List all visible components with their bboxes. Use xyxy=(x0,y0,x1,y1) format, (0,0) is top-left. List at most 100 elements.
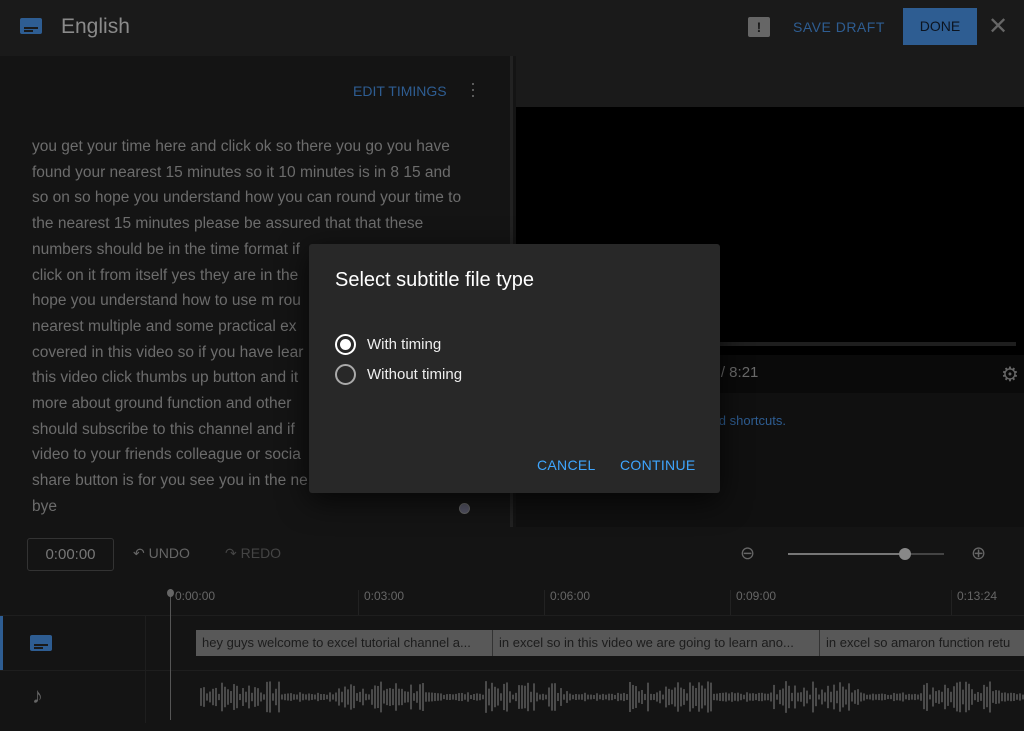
waveform-bar xyxy=(416,691,418,703)
waveform-bar xyxy=(281,694,283,700)
timecode-input[interactable]: 0:00:00 xyxy=(27,538,114,571)
waveform-bar xyxy=(971,689,973,705)
waveform-bar xyxy=(860,692,862,702)
waveform-bar xyxy=(722,692,724,702)
waveform-bar xyxy=(362,688,364,706)
waveform-bar xyxy=(449,693,451,701)
waveform-bar xyxy=(215,687,217,707)
waveform-bar xyxy=(527,682,529,712)
waveform-bar xyxy=(302,693,304,701)
close-icon[interactable]: ✕ xyxy=(988,12,1008,41)
waveform-bar xyxy=(314,694,316,700)
waveform-bar xyxy=(602,693,604,701)
radio-with-timing[interactable]: With timing xyxy=(335,334,441,355)
waveform-bar xyxy=(590,694,592,700)
option-label: With timing xyxy=(367,336,442,353)
edit-timings-button[interactable]: EDIT TIMINGS xyxy=(353,83,447,99)
done-button[interactable]: DONE xyxy=(903,8,977,45)
transcript-line: the nearest 15 minutes please be assured… xyxy=(32,215,424,233)
waveform-bar xyxy=(920,693,922,701)
waveform-bar xyxy=(629,681,631,713)
timeline-ruler[interactable] xyxy=(0,583,1024,615)
waveform-bar xyxy=(620,693,622,701)
undo-button[interactable]: ↶ UNDO xyxy=(133,545,190,562)
radio-unselected-icon[interactable] xyxy=(335,364,356,385)
waveform-bar xyxy=(296,694,298,700)
redo-button[interactable]: ↷ REDO xyxy=(225,545,281,562)
waveform-bar xyxy=(803,687,805,707)
subtitle-file-type-dialog: Select subtitle file type With timing Wi… xyxy=(309,244,720,493)
waveform-bar xyxy=(662,694,664,700)
waveform-bar xyxy=(767,693,769,701)
waveform-bar xyxy=(230,691,232,703)
waveform-bar xyxy=(686,693,688,701)
waveform-bar xyxy=(533,683,535,711)
radio-selected-icon[interactable] xyxy=(335,334,356,355)
waveform-bar xyxy=(596,693,598,701)
waveform-bar xyxy=(287,693,289,701)
waveform-bar xyxy=(353,685,355,709)
waveform-bar xyxy=(497,688,499,706)
redo-icon: ↷ xyxy=(225,545,241,561)
waveform-bar xyxy=(1019,693,1021,701)
waveform-bar xyxy=(635,686,637,708)
waveform-bar xyxy=(842,686,844,708)
zoom-in-icon[interactable]: ⊕ xyxy=(971,543,986,564)
waveform-bar xyxy=(848,683,850,711)
save-draft-button[interactable]: SAVE DRAFT xyxy=(793,19,885,35)
waveform-bar xyxy=(617,692,619,702)
waveform-bar xyxy=(320,694,322,700)
waveform-bar xyxy=(764,693,766,701)
waveform-bar xyxy=(731,692,733,702)
audio-waveform xyxy=(200,681,1024,713)
waveform-bar xyxy=(494,686,496,708)
waveform-bar xyxy=(734,693,736,701)
waveform-bar xyxy=(935,691,937,703)
feedback-icon[interactable]: ! xyxy=(748,17,770,37)
waveform-bar xyxy=(311,694,313,700)
waveform-bar xyxy=(383,690,385,704)
waveform-bar xyxy=(308,693,310,701)
waveform-bar xyxy=(293,694,295,700)
waveform-bar xyxy=(869,694,871,700)
waveform-bar xyxy=(791,692,793,702)
more-options-icon[interactable]: · · · xyxy=(470,74,476,104)
cancel-button[interactable]: CANCEL xyxy=(537,457,596,473)
waveform-bar xyxy=(440,693,442,701)
waveform-bar xyxy=(737,692,739,702)
waveform-bar xyxy=(389,688,391,706)
playhead[interactable] xyxy=(167,589,174,720)
waveform-bar xyxy=(356,693,358,701)
waveform-bar xyxy=(386,688,388,706)
waveform-bar xyxy=(902,692,904,702)
subtitle-segment[interactable]: hey guys welcome to excel tutorial chann… xyxy=(196,630,493,656)
zoom-slider-knob[interactable] xyxy=(899,548,911,560)
waveform-bar xyxy=(509,691,511,703)
timeline-tick-label: 0:03:00 xyxy=(364,589,405,603)
zoom-slider[interactable] xyxy=(788,548,944,560)
waveform-bar xyxy=(395,683,397,711)
timeline-tick-label: 0:13:24 xyxy=(957,589,998,603)
radio-without-timing[interactable]: Without timing xyxy=(335,364,462,385)
timeline-tick xyxy=(730,590,731,615)
subtitle-segment[interactable]: in excel so amaron function retu xyxy=(820,630,1024,656)
waveform-bar xyxy=(515,692,517,702)
waveform-bar xyxy=(332,694,334,700)
zoom-out-icon[interactable]: ⊖ xyxy=(740,543,755,564)
waveform-bar xyxy=(560,688,562,706)
waveform-bar xyxy=(887,694,889,700)
waveform-bar xyxy=(410,684,412,710)
subtitle-segment[interactable]: in excel so in this video we are going t… xyxy=(493,630,820,656)
waveform-bar xyxy=(323,694,325,700)
waveform-bar xyxy=(761,692,763,702)
continue-button[interactable]: CONTINUE xyxy=(620,457,696,473)
gear-icon[interactable]: ⚙ xyxy=(1001,362,1019,387)
waveform-bar xyxy=(644,693,646,701)
waveform-bar xyxy=(581,694,583,700)
waveform-bar xyxy=(680,687,682,707)
waveform-bar xyxy=(611,693,613,701)
waveform-bar xyxy=(437,693,439,701)
waveform-bar xyxy=(236,685,238,709)
waveform-bar xyxy=(689,682,691,712)
waveform-bar xyxy=(626,694,628,700)
